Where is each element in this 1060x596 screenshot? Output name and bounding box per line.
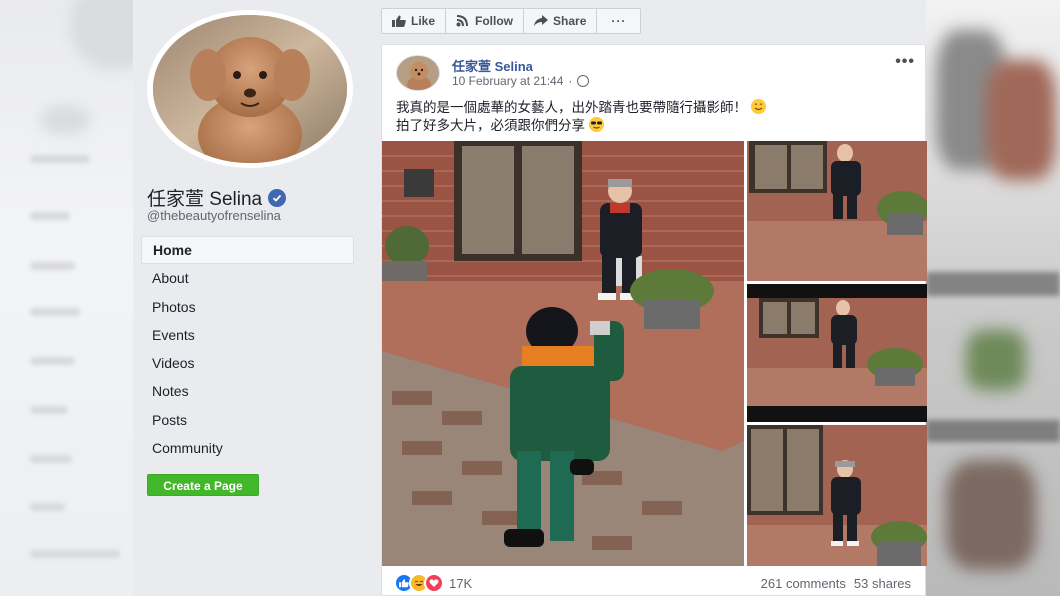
page-handle[interactable]: @thebeautyofrenselina: [147, 208, 281, 223]
background-right-blur: [926, 0, 1060, 596]
verified-badge-icon: [268, 188, 287, 207]
photo-woman-sitting-1: [747, 141, 927, 281]
comments-count[interactable]: 261 comments: [761, 576, 846, 591]
nav-item-about[interactable]: About: [141, 264, 354, 292]
nav-item-home[interactable]: Home: [141, 236, 354, 265]
share-label: Share: [553, 14, 587, 28]
post-meta: 10 February at 21:44 ·: [452, 74, 590, 88]
thumbs-up-icon: [392, 15, 406, 27]
more-options-button[interactable]: ···: [597, 9, 640, 33]
post-stats: 261 comments 53 shares: [761, 576, 911, 591]
like-label: Like: [411, 14, 436, 28]
separator: ·: [568, 74, 573, 88]
photo-child-taking-picture: [382, 141, 744, 566]
reaction-count: 17K: [449, 575, 473, 591]
nav-item-videos[interactable]: Videos: [141, 349, 354, 377]
smile-emoji-icon: [750, 99, 766, 114]
nav-item-photos[interactable]: Photos: [141, 293, 354, 321]
share-page-button[interactable]: Share: [524, 9, 598, 33]
globe-icon: [577, 75, 590, 87]
page-name-text[interactable]: 任家萱 Selina: [147, 184, 262, 211]
page-action-bar: Like Follow Share ···: [381, 8, 642, 34]
page-sidebar: 任家萱 Selina @thebeautyofrenselina Home Ab…: [133, 0, 367, 596]
photo-woman-sitting-2: [747, 284, 927, 422]
share-arrow-icon: [534, 15, 549, 26]
main-feed: Like Follow Share ··· 任家萱 Selina 10 Febr…: [367, 0, 927, 596]
post-photo-middle-right[interactable]: [747, 284, 927, 422]
like-page-button[interactable]: Like: [382, 9, 447, 33]
post-text-line2: 拍了好多大片，必須跟你們分享: [396, 118, 585, 133]
create-page-button[interactable]: Create a Page: [147, 474, 259, 496]
post-text: 我真的是一個處華的女藝人，出外踏青也要帶隨行攝影師！ 拍了好多大片，必須跟你們分…: [396, 99, 896, 135]
post-options-icon[interactable]: •••: [895, 53, 915, 71]
post-photo-bottom-right[interactable]: [747, 425, 927, 566]
post-author-name[interactable]: 任家萱 Selina: [452, 56, 533, 75]
profile-picture[interactable]: [153, 15, 347, 163]
reaction-summary[interactable]: 17K: [394, 573, 472, 593]
shares-count[interactable]: 53 shares: [854, 576, 911, 591]
post-photo-top-right[interactable]: [747, 141, 927, 281]
sunglasses-emoji-icon: [588, 117, 604, 132]
profile-picture-frame: [147, 10, 353, 168]
more-dots-icon: ···: [611, 14, 627, 28]
page-title[interactable]: 任家萱 Selina: [147, 184, 287, 211]
nav-item-posts[interactable]: Posts: [141, 406, 354, 434]
photo-grid: [382, 141, 927, 566]
nav-item-notes[interactable]: Notes: [141, 377, 354, 405]
post-card: 任家萱 Selina 10 February at 21:44 · ••• 我真…: [381, 44, 927, 596]
rss-follow-icon: [456, 15, 469, 27]
post-photo-main[interactable]: [382, 141, 744, 566]
nav-item-events[interactable]: Events: [141, 321, 354, 349]
love-icon: [424, 573, 444, 593]
background-left-blur: [0, 0, 133, 596]
follow-page-button[interactable]: Follow: [446, 9, 525, 33]
nav-item-community[interactable]: Community: [141, 434, 354, 462]
photo-woman-sitting-3: [747, 425, 927, 566]
page-nav: Home About Photos Events Videos Notes Po…: [141, 236, 354, 462]
follow-label: Follow: [475, 14, 514, 28]
post-timestamp[interactable]: 10 February at 21:44: [452, 74, 563, 88]
poodle-avatar-image: [397, 56, 439, 90]
post-text-line1: 我真的是一個處華的女藝人，出外踏青也要帶隨行攝影師！: [396, 100, 747, 115]
poodle-dog-image: [153, 15, 347, 163]
post-author-avatar[interactable]: [396, 55, 440, 91]
